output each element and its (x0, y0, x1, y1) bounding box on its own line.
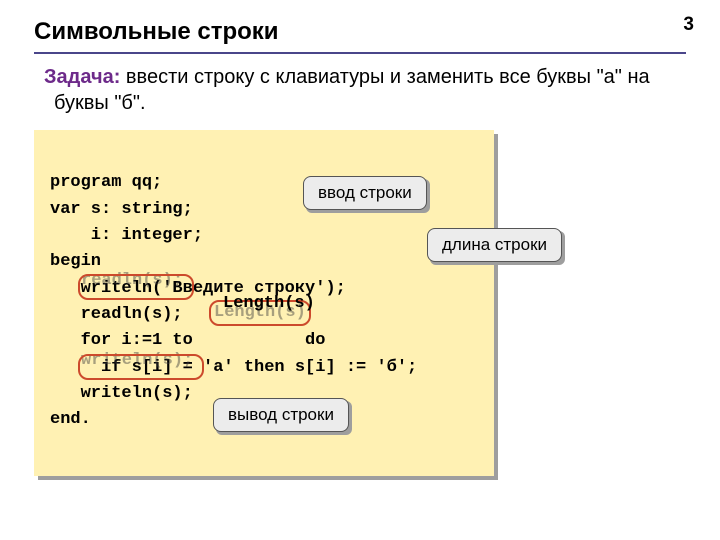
task-paragraph: Задача: ввести строку с клавиатуры и зам… (44, 64, 686, 116)
task-label: Задача: (44, 66, 120, 88)
code-line: program qq; (50, 173, 162, 192)
code-line: i: integer; (50, 226, 203, 245)
callout-length: длина строки (427, 228, 562, 262)
page-number: 3 (683, 14, 694, 36)
callout-label: ввод строки (303, 176, 427, 210)
callout-label: вывод строки (213, 398, 349, 432)
code-line: var s: string; (50, 200, 193, 219)
code-line: begin (50, 252, 101, 271)
code-line-part: do (295, 331, 326, 350)
code-line: end. (50, 410, 91, 429)
highlight-writeln (78, 354, 204, 380)
slide: 3 Символьные строки Задача: ввести строк… (0, 0, 720, 476)
callout-input: ввод строки (303, 176, 427, 210)
callout-label: длина строки (427, 228, 562, 262)
code-line-part: for i:=1 to (50, 331, 203, 350)
page-title: Символьные строки (34, 18, 686, 54)
overlay-length: Length(s) (223, 294, 315, 313)
code-line: writeln(s); (50, 384, 193, 403)
code-line: readln(s); (50, 305, 183, 324)
callout-output: вывод строки (213, 398, 349, 432)
highlight-readln (78, 274, 194, 300)
task-text: ввести строку с клавиатуры и заменить вс… (54, 66, 650, 114)
